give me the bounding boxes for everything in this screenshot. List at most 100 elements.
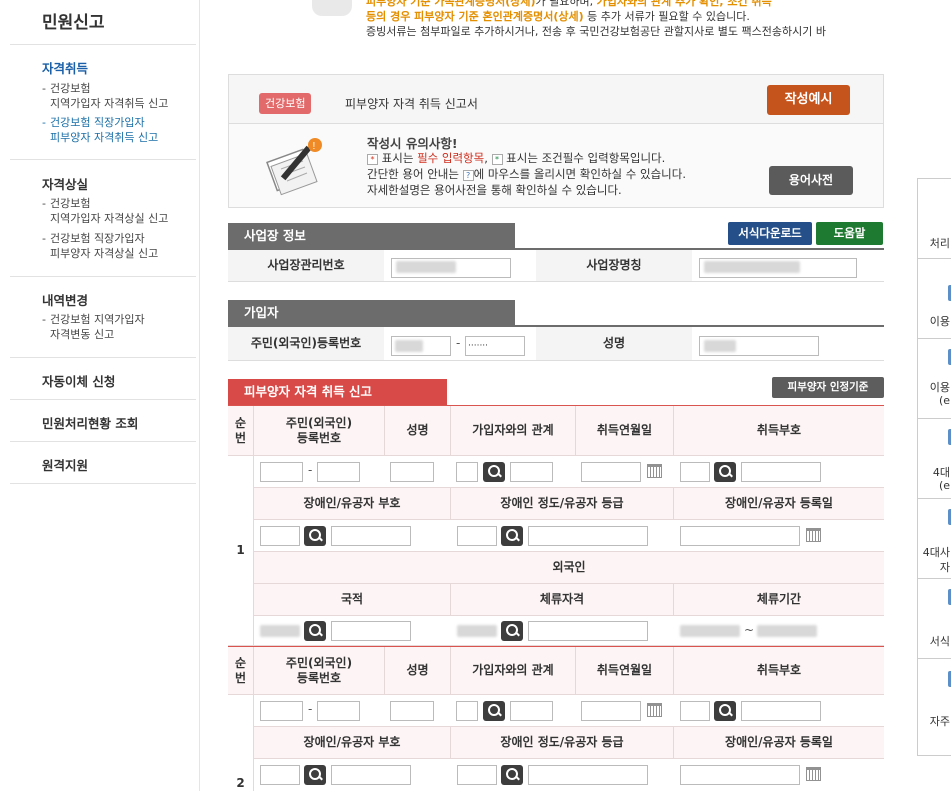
quick-menu-label: (e	[938, 394, 950, 407]
calendar-icon[interactable]	[647, 464, 662, 478]
example-button[interactable]: 작성예시	[767, 85, 850, 115]
quick-menu-item[interactable]: 이용	[918, 259, 951, 339]
sidebar-item-label: 건강보험 지역가입자	[50, 313, 145, 326]
notice-text: 피부양자 기준 가족관계증명서(상세)가 필요하며, 가입자와의 관계 추가 확…	[366, 0, 886, 39]
name-input[interactable]	[390, 701, 434, 721]
sidebar-item-label: 지역가입자 자격상실 신고	[50, 212, 169, 225]
sidebar-item-dependent-acquisition[interactable]: 건강보험 직장가입자 피부양자 자격취득 신고	[42, 115, 158, 145]
calendar-icon[interactable]	[647, 703, 662, 717]
quick-menu-item[interactable]: 4대 (e	[918, 419, 951, 499]
quick-menu-label: 서식	[929, 635, 950, 648]
disabled-grade-input[interactable]	[457, 765, 497, 785]
sidebar-heading-loss[interactable]: 자격상실	[42, 174, 88, 193]
name-input[interactable]	[390, 462, 434, 482]
quick-menu-item[interactable]: 자주	[918, 659, 951, 757]
sidebar-item-regional-loss[interactable]: 건강보험 지역가입자 자격상실 신고	[42, 196, 168, 226]
redacted-value	[704, 261, 800, 273]
sidebar-heading-change[interactable]: 내역변경	[42, 290, 88, 309]
rrn-front-input[interactable]	[260, 462, 303, 482]
sidebar-heading-acquisition[interactable]: 자격취득	[42, 58, 88, 77]
header-text: 번	[234, 430, 247, 445]
stay-status-search-icon[interactable]	[501, 621, 523, 641]
acq-date-input[interactable]	[581, 462, 641, 482]
foreigner-header: 외국인	[254, 552, 884, 584]
notice-emphasis: 가입자와의 관계 추가 확인, 조건 취득	[596, 0, 772, 8]
sidebar-item-regional-change[interactable]: 건강보험 지역가입자 자격변동 신고	[42, 312, 145, 342]
acq-code-search-icon[interactable]	[714, 701, 736, 721]
col-acq-code-header: 취득부호	[674, 406, 884, 456]
sidebar-link-status[interactable]: 민원처리현황 조회	[42, 413, 138, 432]
header-text: 주민(외국인)	[285, 655, 353, 670]
sidebar-item-label: 지역가입자 자격취득 신고	[50, 97, 169, 110]
rrn-back-input[interactable]	[317, 462, 360, 482]
notice-emphasis[interactable]: 피부양자 기준 가족관계증명서(상세)	[366, 0, 536, 8]
help-button[interactable]: 도움말	[816, 222, 883, 245]
disabled-grade-search-icon[interactable]	[501, 765, 523, 785]
disabled-grade-input[interactable]	[457, 526, 497, 546]
quick-menu-item[interactable]: 이용 (e	[918, 339, 951, 419]
glossary-button[interactable]: 용어사전	[769, 166, 853, 195]
disabled-date-input[interactable]	[680, 526, 800, 546]
acq-code-input[interactable]	[680, 701, 710, 721]
disabled-code-name-input[interactable]	[331, 526, 411, 546]
quick-menu-item[interactable]: 4대사 자	[918, 499, 951, 579]
stay-period-header: 체류기간	[674, 584, 884, 616]
relation-search-icon[interactable]	[483, 462, 505, 482]
disabled-grade-name-input[interactable]	[528, 526, 648, 546]
quick-menu-item[interactable]: 서식	[918, 579, 951, 659]
dependent-criteria-button[interactable]: 피부양자 인정기준	[772, 377, 884, 398]
col-no-header: 순번	[228, 647, 254, 695]
disabled-grade-name-input[interactable]	[528, 765, 648, 785]
acq-date-input[interactable]	[581, 701, 641, 721]
sidebar-item-label: 건강보험	[50, 197, 91, 210]
col-acq-code-header: 취득부호	[674, 647, 884, 695]
relation-code-input[interactable]	[456, 462, 478, 482]
rrn-back-input[interactable]	[317, 701, 360, 721]
nationality-search-icon[interactable]	[304, 621, 326, 641]
relation-name-input[interactable]	[510, 462, 553, 482]
disabled-code-search-icon[interactable]	[304, 765, 326, 785]
sidebar-link-remote-support[interactable]: 원격지원	[42, 455, 88, 474]
required-mark-icon: *	[367, 154, 378, 165]
acq-code-input[interactable]	[680, 462, 710, 482]
help-question-icon[interactable]: ?	[462, 170, 474, 181]
relation-name-input[interactable]	[510, 701, 553, 721]
disabled-code-search-icon[interactable]	[304, 526, 326, 546]
nationality-name-input[interactable]	[331, 621, 411, 641]
calendar-icon[interactable]	[806, 767, 821, 781]
rrn-front-input[interactable]	[260, 701, 303, 721]
divider	[10, 159, 196, 160]
sidebar-item-label: 피부양자 자격상실 신고	[50, 247, 159, 260]
form-download-button[interactable]: 서식다운로드	[728, 222, 812, 245]
memo-pen-icon: !	[266, 138, 322, 196]
sidebar-item-label: 피부양자 자격취득 신고	[50, 131, 159, 144]
relation-search-icon[interactable]	[483, 701, 505, 721]
rrn-dash: -	[456, 336, 461, 350]
sidebar-title: 민원신고	[42, 13, 105, 33]
calendar-icon[interactable]	[806, 528, 821, 542]
acq-code-search-icon[interactable]	[714, 462, 736, 482]
acq-code-name-input[interactable]	[741, 701, 821, 721]
notice-emphasis[interactable]: 등의 경우 피부양자 기준 혼인관계증명서(상세)	[366, 10, 584, 23]
subscriber-rrn-back-field[interactable]: ·······	[465, 336, 525, 356]
workplace-name-label: 사업장명칭	[536, 250, 692, 281]
quick-menu-label: 자주	[929, 715, 950, 728]
disabled-code-input[interactable]	[260, 765, 300, 785]
relation-code-input[interactable]	[456, 701, 478, 721]
disabled-date-input[interactable]	[680, 765, 800, 785]
disabled-grade-search-icon[interactable]	[501, 526, 523, 546]
disabled-field	[757, 625, 817, 637]
sidebar-item-dependent-loss[interactable]: 건강보험 직장가입자 피부양자 자격상실 신고	[42, 231, 158, 261]
disabled-code-header: 장애인/유공자 부호	[254, 488, 451, 520]
acq-code-name-input[interactable]	[741, 462, 821, 482]
sidebar-item-regional-acquisition[interactable]: 건강보험 지역가입자 자격취득 신고	[42, 81, 168, 111]
caution-text: 표시는	[381, 151, 418, 165]
disabled-code-name-input[interactable]	[331, 765, 411, 785]
quick-menu-item[interactable]: 처리	[918, 179, 951, 259]
quick-menu-label: 자	[939, 561, 950, 574]
stay-status-name-input[interactable]	[528, 621, 648, 641]
caution-text: 간단한 용어 안내는	[367, 167, 463, 181]
sidebar-link-auto-transfer[interactable]: 자동이체 신청	[42, 371, 115, 390]
header-text: 등록번호	[296, 430, 342, 445]
disabled-code-input[interactable]	[260, 526, 300, 546]
